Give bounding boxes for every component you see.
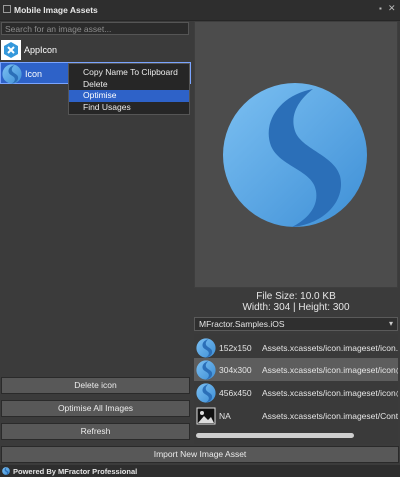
window-icon	[3, 5, 11, 13]
context-menu: Copy Name To Clipboard Delete Optimise F…	[68, 63, 190, 115]
file-info: File Size: 10.0 KB Width: 304 | Height: …	[194, 291, 398, 313]
variant-size: NA	[219, 411, 231, 421]
menu-item-delete[interactable]: Delete	[69, 79, 189, 91]
sphere-logo-icon	[196, 338, 216, 358]
delete-asset-button[interactable]: Delete icon	[1, 377, 190, 394]
image-dimensions: Width: 304 | Height: 300	[242, 302, 350, 313]
variant-row[interactable]: 456x450 Assets.xcassets/icon.imageset/ic…	[194, 381, 398, 404]
menu-item-find-usages[interactable]: Find Usages	[69, 102, 189, 114]
image-placeholder-icon	[196, 407, 216, 425]
asset-item-appicon[interactable]: AppIcon	[0, 39, 191, 61]
close-icon[interactable]: ✕	[388, 4, 397, 13]
horizontal-scrollbar[interactable]	[194, 431, 398, 439]
sphere-logo-icon	[196, 383, 216, 403]
variant-size: 152x150	[219, 343, 252, 353]
variant-path: Assets.xcassets/icon.imageset/icon@	[262, 388, 398, 398]
variant-row[interactable]: 152x150 Assets.xcassets/icon.imageset/ic…	[194, 336, 398, 359]
pin-icon[interactable]: ▪	[379, 5, 386, 13]
project-select-value: MFractor.Samples.iOS	[199, 319, 285, 329]
variant-path: Assets.xcassets/icon.imageset/Conte	[262, 411, 398, 421]
status-bar: Powered By MFractor Professional	[0, 465, 400, 477]
menu-item-copy-name[interactable]: Copy Name To Clipboard	[69, 67, 189, 79]
window-title: Mobile Image Assets	[14, 5, 98, 15]
variant-path: Assets.xcassets/icon.imageset/icon.p	[262, 343, 398, 353]
window-titlebar: Mobile Image Assets ▪ ✕	[0, 0, 400, 21]
variant-path: Assets.xcassets/icon.imageset/icon@	[262, 365, 398, 375]
search-input[interactable]	[1, 22, 189, 35]
preview-image	[220, 80, 370, 230]
sphere-logo-icon	[2, 64, 22, 84]
asset-label: Icon	[25, 69, 43, 79]
asset-label: AppIcon	[24, 45, 58, 55]
file-size: File Size: 10.0 KB	[256, 291, 336, 302]
variant-row[interactable]: 304x300 Assets.xcassets/icon.imageset/ic…	[194, 358, 398, 381]
variant-size: 456x450	[219, 388, 252, 398]
status-text: Powered By MFractor Professional	[13, 466, 138, 476]
chevron-down-icon: ▾	[388, 319, 393, 328]
menu-item-optimise[interactable]: Optimise	[69, 90, 189, 102]
refresh-button[interactable]: Refresh	[1, 423, 190, 440]
mfractor-logo-icon	[2, 467, 10, 475]
project-select[interactable]: MFractor.Samples.iOS ▾	[194, 317, 398, 331]
variant-list: 152x150 Assets.xcassets/icon.imageset/ic…	[194, 334, 398, 444]
variant-row[interactable]: NA Assets.xcassets/icon.imageset/Conte	[194, 404, 398, 427]
import-image-asset-button[interactable]: Import New Image Asset	[1, 446, 399, 463]
xamarin-logo-icon	[1, 40, 21, 60]
optimise-all-button[interactable]: Optimise All Images	[1, 400, 190, 417]
scrollbar-thumb[interactable]	[196, 433, 354, 438]
sphere-logo-icon	[196, 360, 216, 380]
variant-size: 304x300	[219, 365, 252, 375]
